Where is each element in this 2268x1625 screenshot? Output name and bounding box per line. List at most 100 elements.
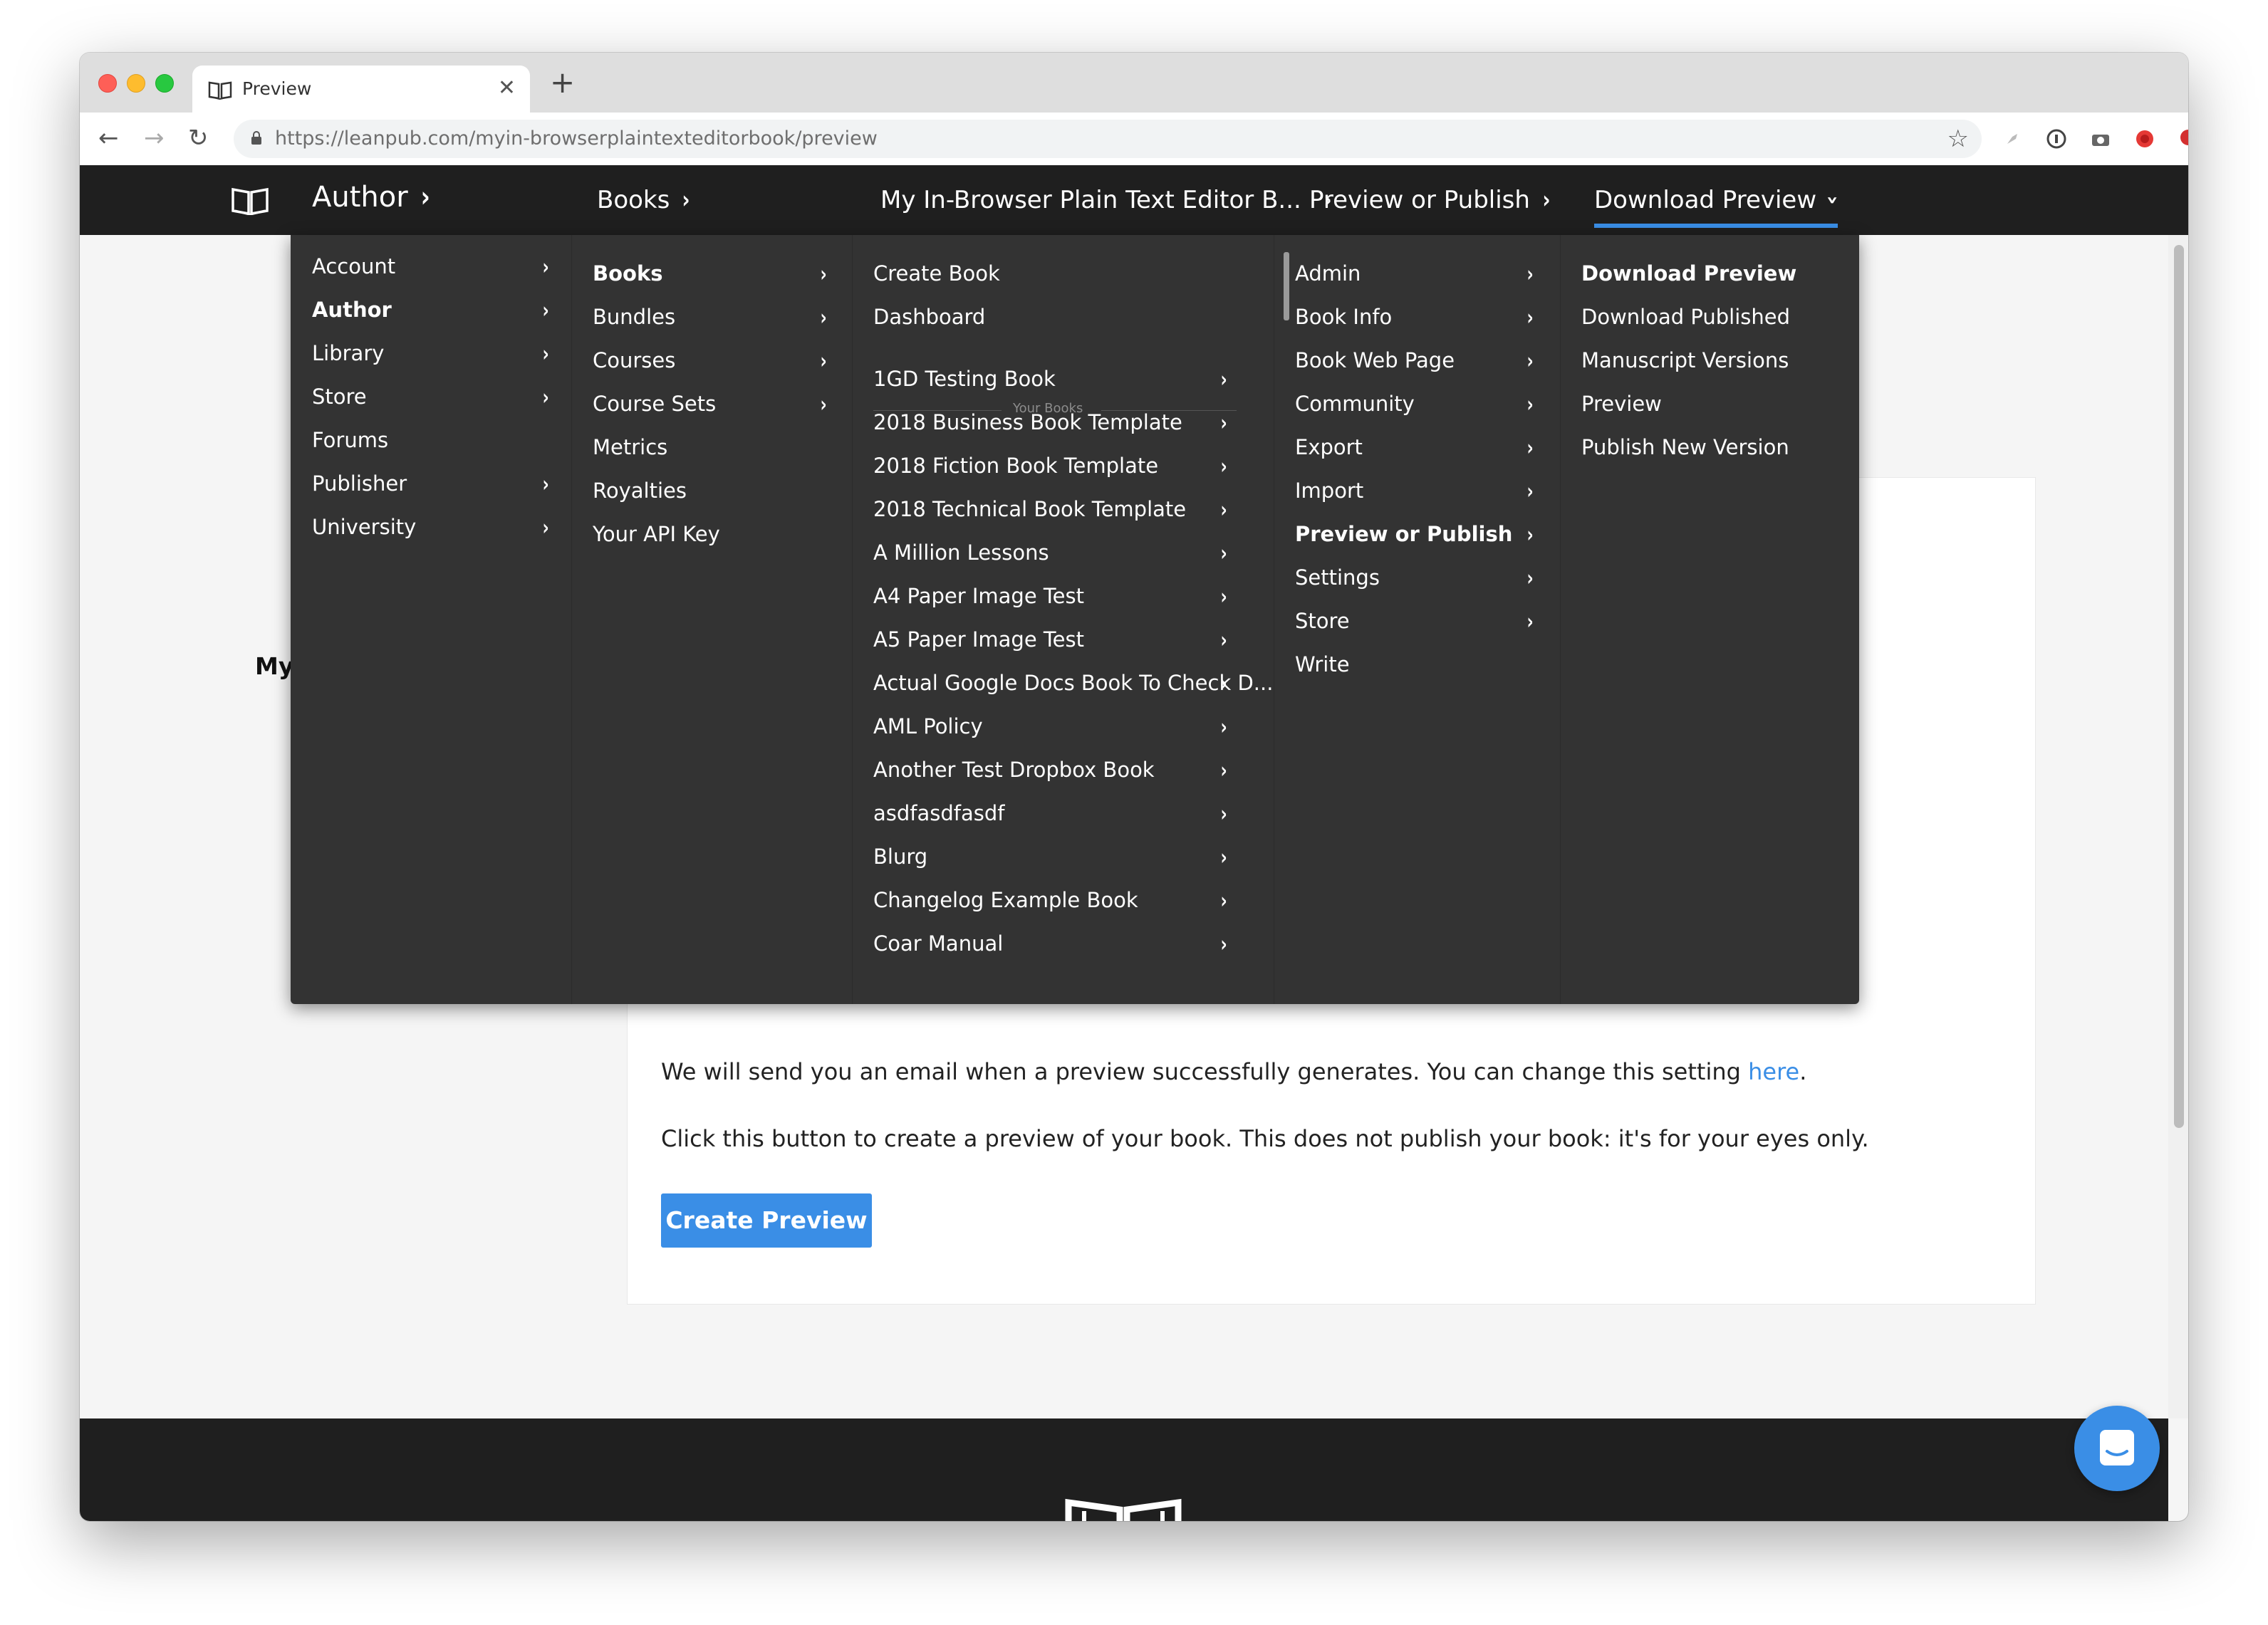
crumb-download-preview[interactable]: Download Preview › (1594, 185, 1844, 228)
close-tab-icon[interactable]: ✕ (498, 75, 516, 101)
menu-item-store[interactable]: Store (1295, 607, 1350, 635)
chevron-right-icon: › (1526, 523, 1534, 548)
menu-item-blurg[interactable]: Blurg (873, 842, 927, 871)
menu-item-store[interactable]: Store (312, 382, 367, 411)
menu-item-university[interactable]: University (312, 513, 416, 541)
chevron-right-icon: › (1220, 498, 1227, 523)
menu-item-account[interactable]: Account (312, 252, 395, 281)
menu-item-books[interactable]: Books (593, 259, 663, 288)
badge-extension-icon[interactable] (2178, 128, 2188, 150)
chevron-right-icon: › (1220, 628, 1227, 653)
menu-item-admin[interactable]: Admin (1295, 259, 1361, 288)
menu-item-coar-manual[interactable]: Coar Manual (873, 929, 1003, 958)
page-scrollbar-thumb[interactable] (2174, 245, 2184, 1128)
menu-item-2018-fiction-book-template[interactable]: 2018 Fiction Book Template (873, 451, 1158, 480)
menu-item-book-info[interactable]: Book Info (1295, 303, 1392, 331)
settings-link[interactable]: here (1748, 1058, 1799, 1085)
menu-item-forums[interactable]: Forums (312, 426, 388, 454)
reload-icon[interactable]: ↻ (188, 122, 209, 154)
lock-icon (251, 131, 261, 145)
menu-item-download-preview[interactable]: Download Preview (1581, 259, 1796, 288)
menu-item-actual-google-docs-book-to-check-d[interactable]: Actual Google Docs Book To Check D... (873, 669, 1273, 697)
chevron-right-icon: › (1526, 610, 1534, 634)
menu-item-import[interactable]: Import (1295, 476, 1363, 505)
forward-arrow-icon[interactable]: → (144, 122, 165, 154)
menu-item-royalties[interactable]: Royalties (593, 476, 687, 505)
crumb-books[interactable]: Books › (597, 185, 691, 215)
menu-column-main: Account › Author › Library › Store › Forums Publi… (291, 235, 572, 1004)
menu-item-a5-paper-image-test[interactable]: A5 Paper Image Test (873, 625, 1084, 654)
back-arrow-icon[interactable]: ← (98, 122, 119, 154)
menu-item-2018-business-book-template[interactable]: 2018 Business Book Template (873, 408, 1182, 437)
site-header: Author › Books › My In-Browser Plain Text … (80, 165, 2188, 235)
chevron-right-icon: › (820, 262, 827, 287)
chevron-right-icon: › (1220, 367, 1227, 392)
chevron-right-icon: › (542, 255, 549, 280)
menu-item-metrics[interactable]: Metrics (593, 433, 667, 461)
menu-item-bundles[interactable]: Bundles (593, 303, 675, 331)
chevron-right-icon: › (1220, 672, 1227, 696)
crumb-author[interactable]: Author › (312, 182, 431, 212)
chevron-right-icon: › (1220, 585, 1227, 610)
preview-instructions: Click this button to create a preview of… (661, 1125, 1869, 1152)
menu-item-write[interactable]: Write (1295, 650, 1350, 679)
address-bar[interactable]: https://leanpub.com/myin-browserplaintex… (234, 120, 1982, 158)
crumb-preview-or-publish[interactable]: Preview or Publish › (1309, 185, 1551, 215)
chevron-right-icon: › (1220, 802, 1227, 827)
tab-title: Preview (242, 78, 312, 99)
chevron-right-icon: › (542, 472, 549, 497)
menu-item-book-web-page[interactable]: Book Web Page (1295, 346, 1455, 375)
info-extension-icon[interactable] (2046, 128, 2067, 150)
menu-item-publish-new-version[interactable]: Publish New Version (1581, 433, 1789, 461)
menu-item-download-published[interactable]: Download Published (1581, 303, 1790, 331)
menu-column-book-actions: Admin › Book Info › Book Web Page › Community ›… (1274, 235, 1561, 1004)
chevron-right-icon: › (542, 342, 549, 367)
tab-strip: Preview ✕ + (80, 53, 2188, 113)
chat-bubble-icon[interactable] (2074, 1406, 2160, 1491)
menu-item-a-million-lessons[interactable]: A Million Lessons (873, 538, 1049, 567)
chevron-right-icon: › (1526, 392, 1534, 417)
open-book-icon[interactable] (231, 185, 269, 215)
menu-item-aml-policy[interactable]: AML Policy (873, 712, 983, 741)
menu-item-dashboard[interactable]: Dashboard (873, 303, 985, 331)
menu-item-publisher[interactable]: Publisher (312, 469, 407, 498)
chevron-right-icon: › (1220, 411, 1227, 436)
chevron-right-icon: › (1526, 305, 1534, 330)
menu-item-a4-paper-image-test[interactable]: A4 Paper Image Test (873, 582, 1084, 610)
menu-item-library[interactable]: Library (312, 339, 384, 367)
camera-extension-icon[interactable] (2090, 128, 2111, 150)
menu-column-author: Books › Bundles › Courses › Course Sets › Metric… (571, 235, 853, 1004)
menu-item-preview[interactable]: Preview (1581, 390, 1662, 418)
menu-item-settings[interactable]: Settings (1295, 563, 1380, 592)
menu-item-2018-technical-book-template[interactable]: 2018 Technical Book Template (873, 495, 1186, 523)
close-window-icon[interactable] (98, 74, 117, 93)
pin-extension-icon[interactable] (2002, 128, 2023, 150)
menu-item-author[interactable]: Author (312, 296, 392, 324)
menu-item-changelog-example-book[interactable]: Changelog Example Book (873, 886, 1138, 914)
url-text: https://leanpub.com/myin-browserplaintex… (275, 127, 878, 150)
menu-item-community[interactable]: Community (1295, 390, 1415, 418)
menu-item-export[interactable]: Export (1295, 433, 1363, 461)
crumb-book[interactable]: My In-Browser Plain Text Editor B... › (880, 185, 1333, 215)
record-extension-icon[interactable] (2134, 128, 2155, 150)
chevron-right-icon: › (820, 392, 827, 417)
maximize-window-icon[interactable] (155, 74, 174, 93)
browser-tab[interactable]: Preview ✕ (192, 66, 530, 113)
menu-item-manuscript-versions[interactable]: Manuscript Versions (1581, 346, 1789, 375)
menu-item-create-book[interactable]: Create Book (873, 259, 1000, 288)
menu-item-1gd-testing-book[interactable]: 1GD Testing Book (873, 365, 1056, 393)
new-tab-icon[interactable]: + (550, 67, 575, 98)
create-preview-button[interactable]: Create Preview (661, 1193, 872, 1248)
menu-item-course-sets[interactable]: Course Sets (593, 390, 716, 418)
chevron-right-icon: › (542, 385, 549, 410)
bookmark-star-icon[interactable]: ☆ (1947, 124, 1969, 154)
menu-item-your-api-key[interactable]: Your API Key (593, 520, 720, 548)
chevron-right-icon: › (1526, 566, 1534, 591)
menu-item-courses[interactable]: Courses (593, 346, 675, 375)
browser-toolbar: ← → ↻ https://leanpub.com/myin-browserpl… (80, 113, 2188, 166)
minimize-window-icon[interactable] (127, 74, 145, 93)
menu-item-preview-or-publish[interactable]: Preview or Publish (1295, 520, 1512, 548)
menu-item-asdfasdfasdf[interactable]: asdfasdfasdf (873, 799, 1005, 827)
menu-item-another-test-dropbox-book[interactable]: Another Test Dropbox Book (873, 756, 1155, 784)
chevron-right-icon: › (1526, 479, 1534, 504)
